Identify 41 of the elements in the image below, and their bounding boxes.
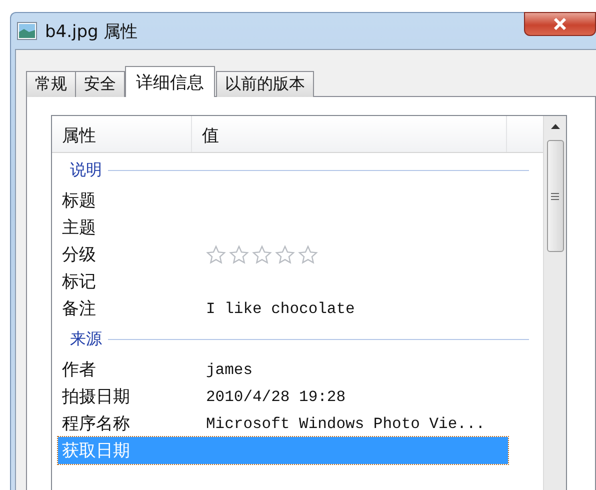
property-row[interactable]: 标记 — [58, 268, 508, 295]
property-row[interactable]: 程序名称 Microsoft Windows Photo Vie... — [58, 410, 508, 437]
window-title: b4.jpg 属性 — [45, 20, 138, 42]
group-label: 说明 — [70, 160, 102, 180]
property-row[interactable]: 主题 — [58, 214, 508, 241]
tab[interactable]: 常规 — [26, 71, 76, 97]
property-name: 主题 — [61, 217, 97, 239]
property-name: 备注 — [61, 298, 97, 320]
tab[interactable]: 以前的版本 — [216, 71, 314, 97]
close-icon — [552, 18, 568, 30]
property-row[interactable]: 备注 I like chocolate — [58, 295, 508, 322]
up-arrow-icon — [550, 124, 560, 128]
property-name: 标记 — [61, 271, 97, 293]
tab[interactable]: 安全 — [75, 71, 125, 97]
group-label: 来源 — [70, 328, 102, 350]
column-header[interactable]: 值 — [192, 116, 507, 152]
property-name: 作者 — [61, 359, 97, 381]
star-icon[interactable] — [298, 244, 318, 264]
property-name: 获取日期 — [61, 440, 131, 462]
star-icon[interactable] — [206, 244, 226, 264]
property-name: 程序名称 — [61, 413, 131, 435]
column-header[interactable]: 属性 — [52, 116, 192, 152]
property-row[interactable]: 标题 — [58, 187, 508, 214]
property-name: 分级 — [61, 244, 97, 266]
star-icon[interactable] — [229, 244, 249, 264]
close-button[interactable] — [524, 12, 596, 36]
property-value: I like chocolate — [206, 300, 355, 318]
tab[interactable]: 详细信息 — [125, 66, 215, 97]
property-value: james — [206, 360, 253, 378]
property-row[interactable]: 作者 james — [58, 356, 508, 383]
scrollbar-thumb[interactable] — [546, 140, 564, 252]
star-icon[interactable] — [252, 244, 272, 264]
property-value: 2010/4/28 19:28 — [206, 388, 346, 406]
property-row[interactable]: 分级 — [58, 241, 508, 268]
property-row[interactable]: 拍摄日期 2010/4/28 19:28 — [58, 383, 508, 410]
grip-icon — [551, 192, 559, 200]
image-file-icon — [17, 22, 37, 40]
property-name: 标题 — [61, 190, 97, 212]
star-icon[interactable] — [275, 244, 295, 264]
property-name: 拍摄日期 — [61, 386, 131, 408]
property-value: Microsoft Windows Photo Vie... — [206, 414, 486, 432]
